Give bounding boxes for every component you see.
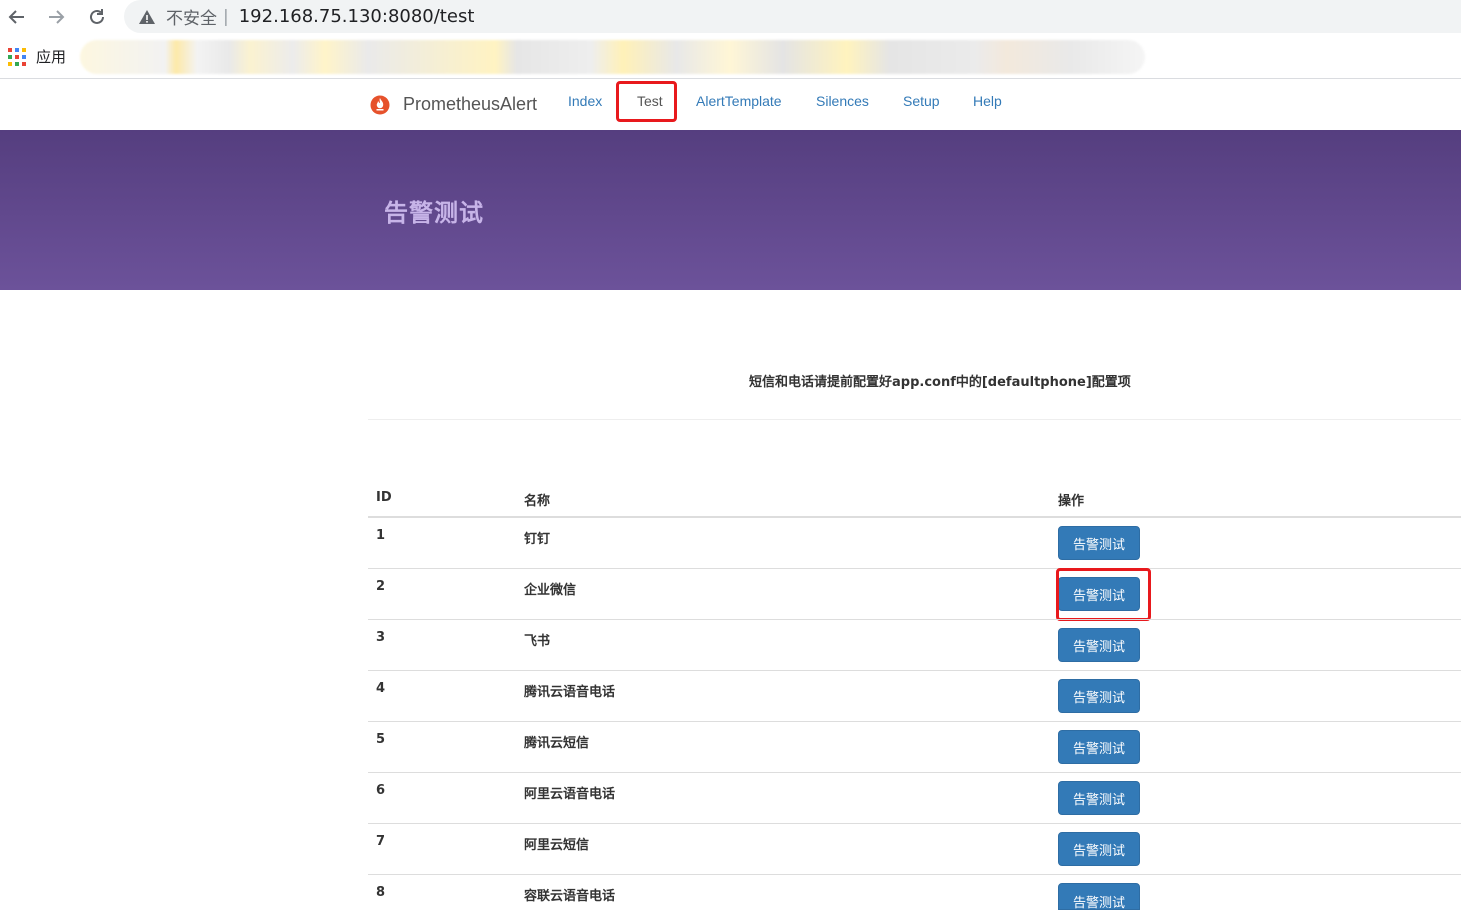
row-name: 容联云语音电话 — [524, 889, 616, 904]
row-id: 2 — [376, 579, 386, 594]
row-name: 腾讯云短信 — [524, 736, 590, 751]
section-divider — [368, 419, 1461, 420]
insecure-label: 不安全 — [166, 9, 217, 29]
row-id: 4 — [376, 681, 386, 696]
page-title: 告警测试 — [384, 199, 484, 227]
blurred-bookmarks — [80, 40, 1145, 74]
column-header-action: 操作 — [1058, 494, 1085, 509]
prometheus-logo-icon[interactable] — [370, 95, 390, 115]
highlight-test-tab — [616, 81, 677, 122]
alert-test-button-7[interactable]: 告警测试 — [1058, 832, 1140, 866]
row-id: 7 — [376, 834, 386, 849]
table-header-border — [368, 516, 1461, 518]
row-divider — [368, 619, 1461, 620]
column-header-name: 名称 — [524, 494, 551, 509]
forward-arrow-icon — [49, 10, 65, 24]
url-text[interactable]: 192.168.75.130:8080/test — [239, 6, 475, 27]
alert-test-button-6[interactable]: 告警测试 — [1058, 781, 1140, 815]
nav-setup[interactable]: Setup — [903, 93, 940, 109]
brand-link[interactable]: PrometheusAlert — [403, 94, 537, 115]
alert-test-button-1[interactable]: 告警测试 — [1058, 526, 1140, 560]
back-arrow-icon — [8, 10, 24, 24]
page-banner — [0, 130, 1461, 290]
row-divider — [368, 823, 1461, 824]
reload-button[interactable] — [85, 5, 109, 29]
row-name: 飞书 — [524, 634, 551, 649]
forward-button[interactable] — [44, 5, 68, 29]
column-header-id: ID — [376, 490, 392, 505]
row-id: 8 — [376, 885, 386, 900]
row-name: 企业微信 — [524, 583, 577, 598]
nav-index[interactable]: Index — [568, 93, 602, 109]
nav-silences[interactable]: Silences — [816, 93, 869, 109]
row-divider — [368, 670, 1461, 671]
row-name: 阿里云语音电话 — [524, 787, 616, 802]
back-button[interactable] — [5, 5, 29, 29]
config-note: 短信和电话请提前配置好app.conf中的[defaultphone]配置项 — [749, 375, 1131, 390]
row-id: 3 — [376, 630, 386, 645]
address-bar[interactable]: 不安全 | 192.168.75.130:8080/test — [124, 0, 1461, 33]
alert-test-button-4[interactable]: 告警测试 — [1058, 679, 1140, 713]
alert-test-button-8[interactable]: 告警测试 — [1058, 883, 1140, 911]
row-name: 腾讯云语音电话 — [524, 685, 616, 700]
highlight-wechat-button — [1056, 568, 1151, 621]
alert-test-button-3[interactable]: 告警测试 — [1058, 628, 1140, 662]
row-name: 阿里云短信 — [524, 838, 590, 853]
apps-grid-icon[interactable] — [8, 48, 26, 66]
url-separator: | — [223, 6, 229, 27]
row-divider — [368, 772, 1461, 773]
apps-bookmark-label[interactable]: 应用 — [36, 46, 66, 67]
row-divider — [368, 721, 1461, 722]
row-id: 6 — [376, 783, 386, 798]
alert-test-button-5[interactable]: 告警测试 — [1058, 730, 1140, 764]
row-id: 5 — [376, 732, 386, 747]
row-divider — [368, 874, 1461, 875]
row-id: 1 — [376, 528, 386, 543]
nav-help[interactable]: Help — [973, 93, 1002, 109]
row-name: 钉钉 — [524, 532, 551, 547]
reload-icon — [90, 9, 104, 24]
warning-icon — [139, 9, 155, 24]
row-divider — [368, 568, 1461, 569]
nav-alert-template[interactable]: AlertTemplate — [696, 93, 782, 109]
